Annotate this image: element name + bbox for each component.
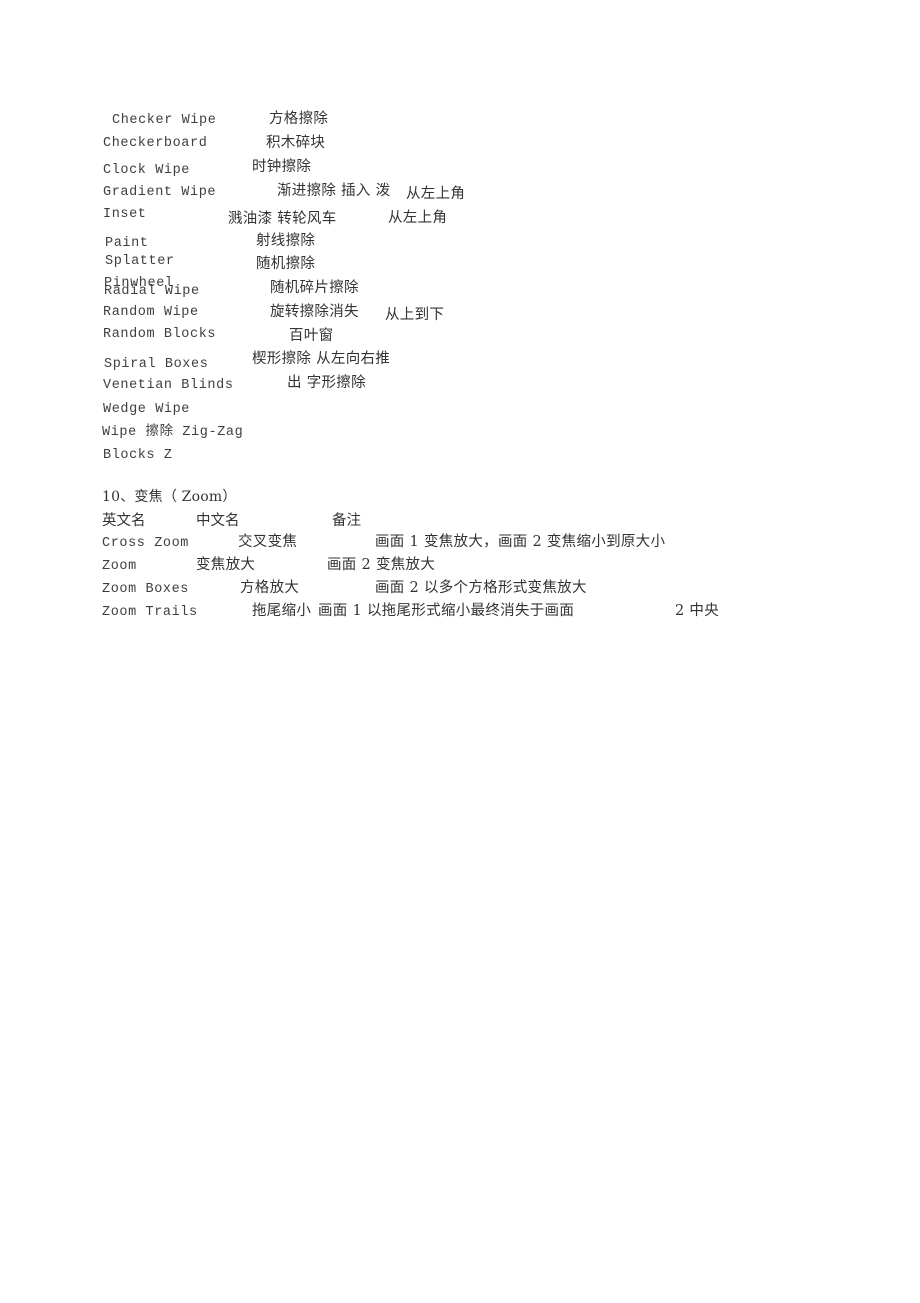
transition-name-blocks-z: Blocks Z [103,448,173,463]
transition-gloss-paint: 射线擦除 [256,233,316,249]
transition-name-checkerboard: Checkerboard [103,136,208,151]
transition-gloss-spiral-boxes: 楔形擦除 从左向右推 [252,351,391,367]
column-header-english-name: 英文名 [102,513,146,529]
transition-gloss-random-wipe: 旋转擦除消失 [270,304,359,320]
zoom-row-english-zoom-boxes: Zoom Boxes [102,582,190,597]
transition-gloss-inset: 溅油漆 转轮风车 [228,211,337,227]
document-page: Checker Wipe Checkerboard Clock Wipe Gra… [0,0,920,1303]
transition-name-splatter: Splatter [105,254,175,269]
transition-name-gradient-wipe: Gradient Wipe [103,185,217,200]
transition-note-random-wipe: 从上到下 [385,307,445,323]
transition-name-wipe-zigzag: Wipe 擦除 Zig-Zag [102,425,244,440]
transition-gloss-venetian-blinds: 出 字形擦除 [287,375,366,391]
zoom-row-remark-zoom: 画面 2 变焦放大 [327,557,436,573]
transition-name-checker-wipe: Checker Wipe [112,113,217,128]
zoom-row-chinese-zoom: 变焦放大 [196,557,256,573]
zoom-row-chinese-zoom-boxes: 方格放大 [240,580,300,596]
transition-name-paint: Paint [105,236,149,251]
zoom-row-english-zoom-trails: Zoom Trails [102,605,198,620]
transition-gloss-gradient-wipe: 渐进擦除 插入 泼 [277,183,391,199]
transition-name-radial-wipe: Radial Wipe [104,284,200,299]
transition-gloss-random-blocks: 百叶窗 [289,328,334,344]
transition-name-random-wipe: Random Wipe [103,305,199,320]
zoom-row-remark-cross-zoom: 画面 1 变焦放大，画面 2 变焦缩小到原大小 [375,534,666,550]
transition-note-gradient-wipe: 从左上角 [406,186,466,202]
zoom-row-chinese-cross-zoom: 交叉变焦 [238,534,298,550]
zoom-row-remark-zoom-trails: 画面 1 以拖尾形式缩小最终消失于画面 [318,603,575,619]
transition-gloss-checker-wipe: 方格擦除 [269,111,329,127]
transition-name-spiral-boxes: Spiral Boxes [104,357,209,372]
transition-name-venetian-blinds: Venetian Blinds [103,378,234,393]
column-header-chinese-name: 中文名 [196,513,240,529]
column-header-remark: 备注 [332,513,361,529]
zoom-row-remark-tail-zoom-trails: 2 中央 [675,603,720,619]
transition-name-clock-wipe: Clock Wipe [103,163,191,178]
transition-gloss-pinwheel-radial: 随机碎片擦除 [270,280,359,296]
transition-gloss-splatter: 随机擦除 [256,256,316,272]
zoom-row-english-cross-zoom: Cross Zoom [102,536,190,551]
zoom-row-chinese-zoom-trails: 拖尾缩小 [252,603,312,619]
transition-note-inset: 从左上角 [388,210,448,226]
transition-name-wedge-wipe: Wedge Wipe [103,402,191,417]
transition-name-inset: Inset [103,207,147,222]
zoom-row-remark-zoom-boxes: 画面 2 以多个方格形式变焦放大 [375,580,587,596]
transition-name-random-blocks: Random Blocks [103,327,217,342]
transition-gloss-clock-wipe: 时钟擦除 [252,159,312,175]
transition-gloss-checkerboard: 积木碎块 [266,135,326,151]
zoom-section-heading: 10、变焦（ Zoom） [102,489,237,505]
zoom-row-english-zoom: Zoom [102,559,137,574]
